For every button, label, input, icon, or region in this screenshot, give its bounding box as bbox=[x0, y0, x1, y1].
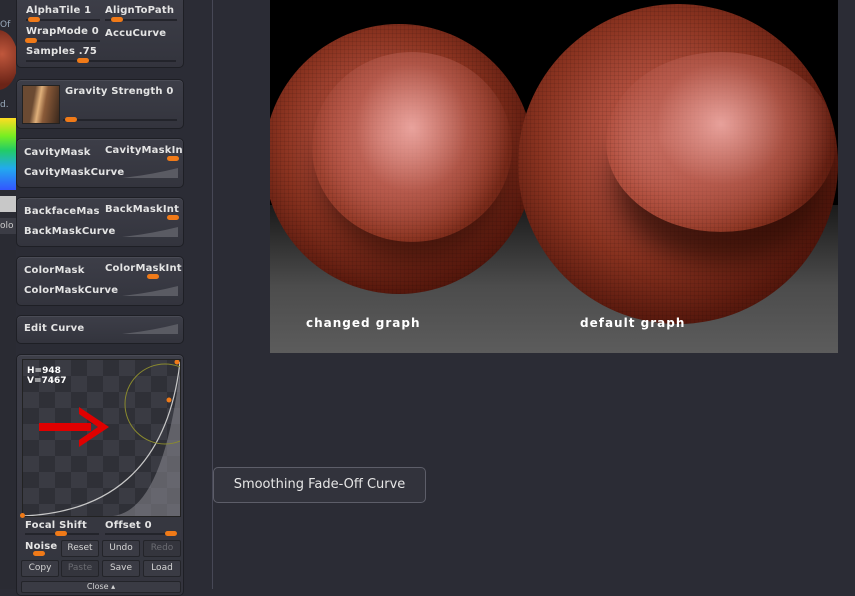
gravity-texture-thumbnail[interactable] bbox=[22, 85, 60, 124]
curve-control-point[interactable] bbox=[166, 397, 172, 403]
edge-label-mid: d. bbox=[0, 100, 9, 110]
gravity-strength-slider[interactable] bbox=[63, 119, 177, 121]
offset-label[interactable]: Offset 0 bbox=[105, 520, 152, 531]
color-mask-curve-preview[interactable] bbox=[122, 284, 178, 296]
default-graph-dent bbox=[606, 52, 836, 232]
accu-curve-toggle[interactable]: AccuCurve bbox=[105, 28, 166, 39]
cavity-mask-curve-label[interactable]: CavityMaskCurve bbox=[24, 167, 124, 178]
backface-mask-curve-preview[interactable] bbox=[122, 225, 178, 237]
cavity-mask-intensity-label[interactable]: CavityMaskIn bbox=[105, 145, 183, 156]
wrap-mode-slider-label[interactable]: WrapMode 0 bbox=[26, 26, 99, 37]
edit-curve-panel[interactable]: Edit Curve bbox=[16, 315, 184, 344]
curve-graph[interactable]: H=948 V=7467 bbox=[22, 359, 181, 517]
edit-curve-preview[interactable] bbox=[122, 322, 178, 334]
edge-label-top: Of bbox=[0, 20, 11, 30]
samples-slider-label[interactable]: Samples .75 bbox=[26, 46, 97, 57]
offset-knob[interactable] bbox=[165, 531, 177, 536]
smoothing-fade-off-curve-tooltip: Smoothing Fade-Off Curve bbox=[213, 467, 426, 503]
samples-slider[interactable] bbox=[26, 60, 176, 62]
paste-button[interactable]: Paste bbox=[61, 560, 99, 577]
color-swatch-label[interactable]: olo bbox=[0, 218, 16, 234]
save-button[interactable]: Save bbox=[102, 560, 140, 577]
default-graph-sphere bbox=[518, 4, 838, 324]
backface-mask-panel: BackfaceMas BackMaskInt BackMaskCurve bbox=[16, 197, 184, 247]
stroke-palette: AlphaTile 1 AlignToPath WrapMode 0 AccuC… bbox=[15, 0, 185, 596]
align-to-path-knob[interactable] bbox=[111, 17, 123, 22]
color-mask-toggle[interactable]: ColorMask bbox=[24, 265, 85, 276]
curve-editor-panel: H=948 V=7467 Focal Shift Offset 0 Noise … bbox=[16, 354, 184, 596]
material-sphere-thumbnail[interactable] bbox=[0, 30, 16, 90]
noise-knob[interactable] bbox=[33, 551, 45, 556]
red-arrow-icon bbox=[39, 407, 109, 447]
alpha-tile-knob[interactable] bbox=[28, 17, 40, 22]
color-mask-panel: ColorMask ColorMaskInt ColorMaskCurve bbox=[16, 256, 184, 306]
changed-graph-dent bbox=[312, 52, 512, 242]
changed-graph-sphere bbox=[270, 24, 534, 294]
color-mask-intensity-label[interactable]: ColorMaskInt bbox=[105, 263, 182, 274]
backface-mask-toggle[interactable]: BackfaceMas bbox=[24, 206, 100, 217]
align-to-path-toggle[interactable]: AlignToPath bbox=[105, 5, 174, 16]
focal-shift-knob[interactable] bbox=[55, 531, 67, 536]
alpha-tile-slider-label[interactable]: AlphaTile 1 bbox=[26, 5, 91, 16]
cavity-mask-toggle[interactable]: CavityMask bbox=[24, 147, 91, 158]
backface-mask-intensity-knob[interactable] bbox=[167, 215, 179, 220]
backface-mask-intensity-label[interactable]: BackMaskInt bbox=[105, 204, 179, 215]
color-mask-intensity-knob[interactable] bbox=[147, 274, 159, 279]
cavity-mask-intensity-knob[interactable] bbox=[167, 156, 179, 161]
gravity-strength-label[interactable]: Gravity Strength 0 bbox=[65, 86, 174, 97]
close-button[interactable]: Close ▴ bbox=[21, 581, 181, 593]
left-tray-edge: Of d. olo bbox=[0, 0, 16, 589]
wrap-mode-knob[interactable] bbox=[25, 38, 37, 43]
curve-end-point[interactable] bbox=[174, 360, 180, 365]
default-graph-caption: default graph bbox=[580, 316, 686, 330]
redo-button[interactable]: Redo bbox=[143, 540, 181, 557]
chevron-up-icon: ▴ bbox=[108, 582, 116, 591]
gravity-panel: Gravity Strength 0 bbox=[16, 79, 184, 129]
gravity-strength-knob[interactable] bbox=[65, 117, 77, 122]
changed-graph-caption: changed graph bbox=[306, 316, 421, 330]
color-mask-curve-label[interactable]: ColorMaskCurve bbox=[24, 285, 118, 296]
focal-shift-label[interactable]: Focal Shift bbox=[25, 520, 87, 531]
wrap-mode-slider[interactable] bbox=[26, 40, 100, 42]
curve-start-point[interactable] bbox=[20, 513, 25, 518]
color-spectrum-picker[interactable] bbox=[0, 118, 16, 190]
backface-mask-curve-label[interactable]: BackMaskCurve bbox=[24, 226, 116, 237]
copy-button[interactable]: Copy bbox=[21, 560, 59, 577]
undo-button[interactable]: Undo bbox=[102, 540, 140, 557]
reset-button[interactable]: Reset bbox=[61, 540, 99, 557]
edit-curve-label[interactable]: Edit Curve bbox=[24, 323, 84, 334]
comparison-render-image: changed graph default graph bbox=[270, 0, 838, 353]
load-button[interactable]: Load bbox=[143, 560, 181, 577]
color-swatch[interactable] bbox=[0, 196, 16, 212]
cavity-mask-panel: CavityMask CavityMaskIn CavityMaskCurve bbox=[16, 138, 184, 188]
cavity-mask-curve-preview[interactable] bbox=[122, 166, 178, 178]
curve-graph-drawing bbox=[23, 360, 180, 516]
alpha-tile-panel: AlphaTile 1 AlignToPath WrapMode 0 AccuC… bbox=[16, 0, 184, 68]
samples-knob[interactable] bbox=[77, 58, 89, 63]
